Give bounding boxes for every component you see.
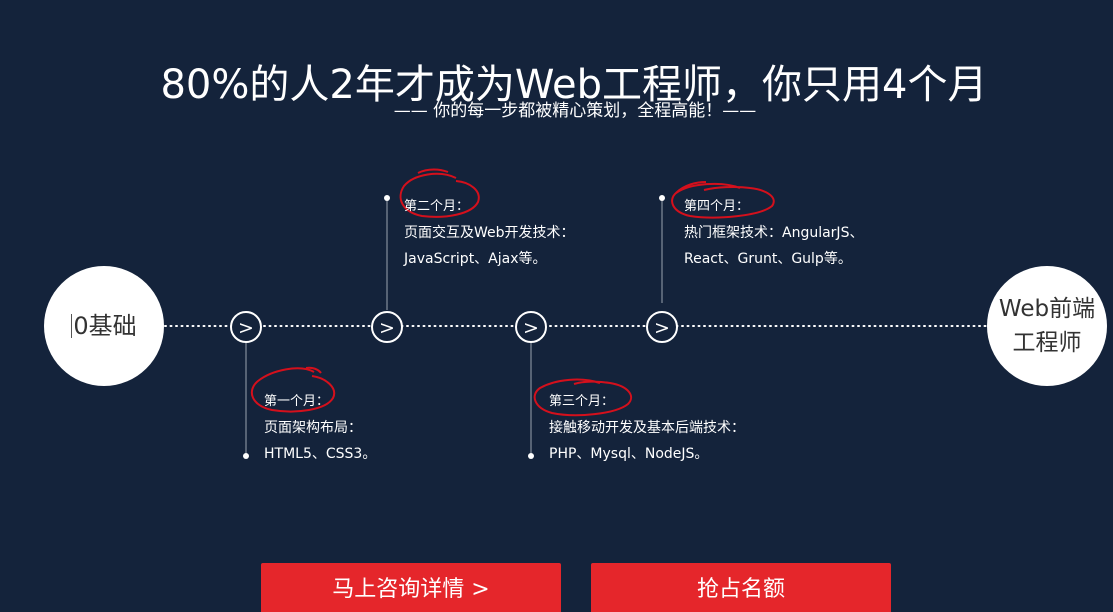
end-node-label-line2: 工程师 xyxy=(1012,330,1082,356)
arrow-glyph: > xyxy=(654,317,670,339)
milestone-month-3: 第三个月： 接触移动开发及基本后端技术： PHP、Mysql、NodeJS。 xyxy=(549,389,745,467)
start-node-label: 0基础 xyxy=(73,312,137,340)
milestone-topic: 热门框架技术：AngularJS、 xyxy=(684,225,864,241)
milestone-topic: 页面交互及Web开发技术： xyxy=(404,225,575,241)
roadmap-timeline: > > > > 0基础 Web前端 工程师 第一个月： 页面架构布局： HTML… xyxy=(0,0,1113,612)
arrow-glyph: > xyxy=(379,317,395,339)
connector-month-4 xyxy=(659,195,665,303)
reserve-seat-button[interactable]: 抢占名额 xyxy=(591,563,891,612)
course-roadmap-page: 80%的人2年才成为Web工程师，你只用4个月 —— 你的每一步都被精心策划，全… xyxy=(0,0,1113,612)
end-node-web-engineer: Web前端 工程师 xyxy=(987,266,1107,386)
end-node-label-line1: Web前端 xyxy=(998,296,1096,322)
consult-details-button[interactable]: 马上咨询详情 > xyxy=(261,563,561,612)
milestone-month-2: 第二个月： 页面交互及Web开发技术： JavaScript、Ajax等。 xyxy=(404,194,575,272)
arrow-glyph: > xyxy=(238,317,254,339)
milestone-tech: HTML5、CSS3。 xyxy=(264,446,377,462)
milestone-month-title: 第三个月： xyxy=(549,394,615,409)
milestone-month-4: 第四个月： 热门框架技术：AngularJS、 React、Grunt、Gulp… xyxy=(684,194,863,272)
connector-month-3 xyxy=(528,342,534,459)
milestone-tech: PHP、Mysql、NodeJS。 xyxy=(549,446,709,462)
milestone-month-title: 第二个月： xyxy=(404,199,470,214)
milestone-topic: 接触移动开发及基本后端技术： xyxy=(549,420,745,436)
milestone-topic: 页面架构布局： xyxy=(264,420,362,436)
arrow-icon: > xyxy=(515,311,547,343)
arrow-icon: > xyxy=(646,311,678,343)
start-node-zero-basics: 0基础 xyxy=(44,266,164,386)
milestone-tech: React、Grunt、Gulp等。 xyxy=(684,251,852,267)
arrow-glyph: > xyxy=(523,317,539,339)
text-caret xyxy=(71,314,73,338)
milestone-month-title: 第四个月： xyxy=(684,199,750,214)
milestone-month-1: 第一个月： 页面架构布局： HTML5、CSS3。 xyxy=(264,389,376,467)
connector-month-1 xyxy=(243,342,249,459)
milestone-month-title: 第一个月： xyxy=(264,394,330,409)
connector-month-2 xyxy=(384,195,390,310)
arrow-icon: > xyxy=(230,311,262,343)
arrow-icon: > xyxy=(371,311,403,343)
milestone-tech: JavaScript、Ajax等。 xyxy=(404,251,547,267)
timeline-graphics: > > > > xyxy=(164,168,989,459)
